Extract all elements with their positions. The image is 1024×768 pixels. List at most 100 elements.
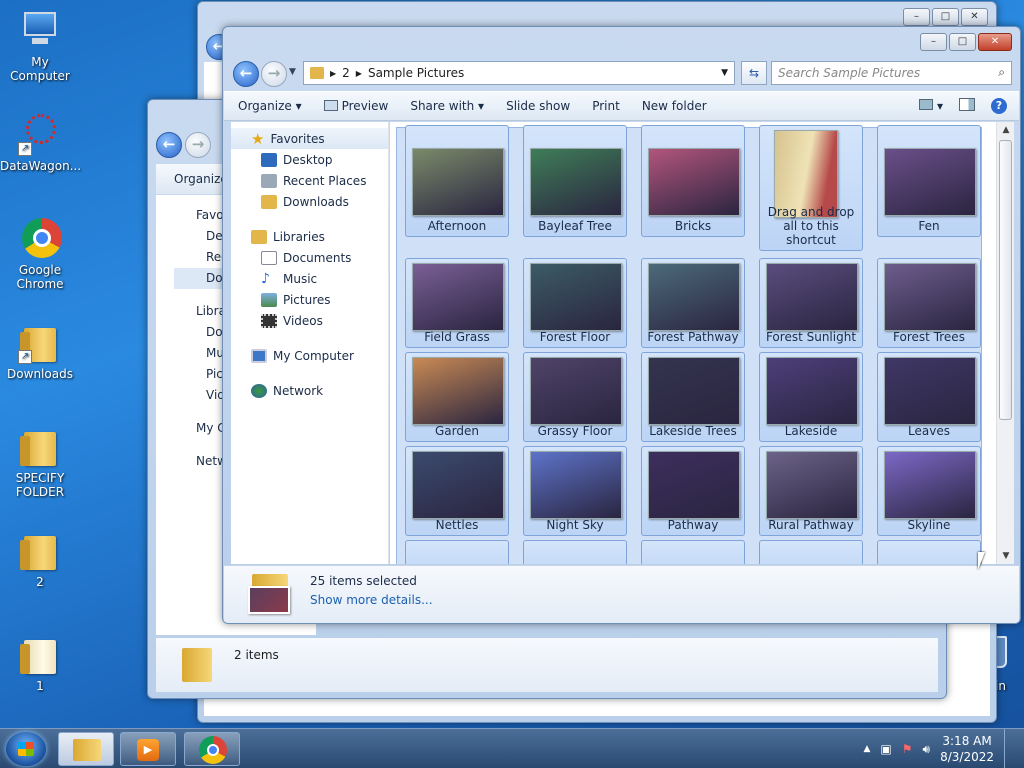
close-button[interactable]: ✕: [961, 8, 988, 26]
maximize-button[interactable]: □: [949, 33, 976, 51]
file-item[interactable]: Skyline: [877, 446, 981, 536]
nav-downloads[interactable]: Downloads: [231, 191, 388, 212]
file-item[interactable]: Afternoon: [405, 125, 509, 237]
print-button[interactable]: Print: [592, 99, 620, 113]
file-item-label: Garden: [435, 424, 479, 438]
nav-music[interactable]: ♪ Music: [231, 268, 388, 289]
desktop-icon-label: My Computer: [10, 55, 70, 83]
share-with-button[interactable]: Share with ▾: [410, 99, 484, 113]
folder-icon: [182, 648, 212, 682]
file-item-partial[interactable]: [641, 540, 745, 564]
desktop-icon-downloads[interactable]: ↗ Downloads: [0, 320, 80, 381]
nav-recent-places[interactable]: Recent Places: [231, 170, 388, 191]
file-item[interactable]: Bayleaf Tree: [523, 125, 627, 237]
search-input[interactable]: Search Sample Pictures ⌕: [771, 61, 1012, 85]
computer-icon: [251, 348, 267, 363]
close-button[interactable]: ✕: [978, 33, 1012, 51]
taskbar-media-player-button[interactable]: ▶: [120, 732, 176, 766]
file-item[interactable]: Garden: [405, 352, 509, 442]
image-thumbnail: [648, 263, 740, 331]
file-item[interactable]: Rural Pathway: [759, 446, 863, 536]
minimize-button[interactable]: –: [903, 8, 930, 26]
nav-my-computer[interactable]: My Computer: [231, 345, 388, 366]
navigation-pane: ★ Favorites Desktop Recent Places Downlo…: [231, 122, 389, 564]
taskbar-explorer-button[interactable]: [58, 732, 114, 766]
file-item[interactable]: Forest Pathway: [641, 258, 745, 348]
volume-icon[interactable]: 🔊︎: [923, 742, 931, 757]
file-item[interactable]: Drag and drop all to this shortcut: [759, 125, 863, 251]
slide-show-button[interactable]: Slide show: [506, 99, 570, 113]
start-button[interactable]: [6, 732, 46, 766]
nav-videos[interactable]: Videos: [231, 310, 388, 331]
desktop-icon-folder-2[interactable]: 2: [0, 528, 80, 589]
vertical-scrollbar[interactable]: ▲ ▼: [996, 122, 1014, 564]
desktop-icon-my-computer[interactable]: My Computer: [0, 8, 80, 83]
change-view-button[interactable]: ▾: [919, 99, 943, 113]
show-hidden-icons-icon[interactable]: ▲: [864, 744, 871, 754]
scroll-up-icon[interactable]: ▲: [997, 122, 1014, 138]
show-more-details-link[interactable]: Show more details...: [310, 593, 433, 607]
action-center-icon[interactable]: ⚑: [902, 742, 913, 756]
file-item[interactable]: Leaves: [877, 352, 981, 442]
clock[interactable]: 3:18 AM 8/3/2022: [940, 733, 994, 765]
maximize-button[interactable]: □: [932, 8, 959, 26]
organize-button[interactable]: Organize: [174, 172, 228, 186]
scroll-thumb[interactable]: [999, 140, 1012, 420]
network-status-icon[interactable]: ▣: [880, 742, 891, 756]
show-desktop-button[interactable]: [1004, 729, 1014, 768]
file-item[interactable]: Field Grass: [405, 258, 509, 348]
taskbar-chrome-button[interactable]: [184, 732, 240, 766]
nav-desktop[interactable]: Desktop: [231, 149, 388, 170]
address-dropdown-icon[interactable]: ▼: [721, 68, 728, 78]
star-icon: ★: [251, 129, 265, 148]
refresh-button[interactable]: ⇆: [741, 61, 767, 85]
desktop-icon-datawagon[interactable]: ↗ DataWagon...: [0, 112, 81, 173]
file-item-label: Forest Trees: [893, 330, 965, 344]
nav-network[interactable]: Network: [231, 380, 388, 401]
preview-pane-button[interactable]: [959, 98, 975, 114]
file-item-partial[interactable]: [877, 540, 981, 564]
nav-libraries[interactable]: Libraries: [231, 226, 388, 247]
clock-time: 3:18 AM: [942, 734, 992, 748]
back-button[interactable]: ←: [156, 132, 182, 158]
file-item[interactable]: Lakeside: [759, 352, 863, 442]
back-button[interactable]: ←: [233, 61, 259, 87]
new-folder-button[interactable]: New folder: [642, 99, 707, 113]
file-item-partial[interactable]: [523, 540, 627, 564]
file-item[interactable]: Forest Trees: [877, 258, 981, 348]
file-item[interactable]: Forest Floor: [523, 258, 627, 348]
breadcrumb-separator-icon[interactable]: ▶: [356, 69, 362, 78]
minimize-button[interactable]: –: [920, 33, 947, 51]
breadcrumb-separator-icon[interactable]: ▶: [330, 69, 336, 78]
file-view[interactable]: Afternoon Bayleaf Tree Bricks Drag and drop…: [390, 122, 1014, 564]
explorer-window[interactable]: – □ ✕ ← → ▼ ▶ 2 ▶ Sample Pictures ▼ ⇆ Se…: [222, 26, 1021, 624]
desktop-icon-folder-1[interactable]: 1: [0, 632, 80, 693]
breadcrumb-item-sample-pictures[interactable]: Sample Pictures: [368, 66, 464, 80]
file-item-partial[interactable]: [405, 540, 509, 564]
file-item[interactable]: Nettles: [405, 446, 509, 536]
address-bar[interactable]: ▶ 2 ▶ Sample Pictures ▼: [303, 61, 735, 85]
file-item[interactable]: Fen: [877, 125, 981, 237]
nav-pictures[interactable]: Pictures: [231, 289, 388, 310]
preview-button[interactable]: Preview: [323, 99, 388, 113]
help-icon[interactable]: ?: [991, 98, 1007, 114]
file-item-partial[interactable]: [759, 540, 863, 564]
nav-favorites[interactable]: ★ Favorites: [231, 128, 388, 149]
file-item[interactable]: Grassy Floor: [523, 352, 627, 442]
chrome-icon: [199, 736, 227, 764]
desktop-icon-google-chrome[interactable]: Google Chrome: [0, 216, 80, 291]
desktop-icon-specify-folder[interactable]: SPECIFY FOLDER: [0, 424, 80, 499]
file-item[interactable]: Pathway: [641, 446, 745, 536]
nav-documents[interactable]: Documents: [231, 247, 388, 268]
forward-button[interactable]: →: [261, 61, 287, 87]
forward-button[interactable]: →: [185, 132, 211, 158]
organize-button[interactable]: Organize ▾: [238, 99, 302, 113]
file-item[interactable]: Forest Sunlight: [759, 258, 863, 348]
datawagon-icon: ↗: [18, 112, 62, 156]
scroll-down-icon[interactable]: ▼: [997, 548, 1014, 564]
file-item[interactable]: Lakeside Trees: [641, 352, 745, 442]
recent-pages-icon[interactable]: ▼: [289, 67, 296, 77]
file-item[interactable]: Bricks: [641, 125, 745, 237]
breadcrumb-item-2[interactable]: 2: [342, 66, 350, 80]
file-item[interactable]: Night Sky: [523, 446, 627, 536]
